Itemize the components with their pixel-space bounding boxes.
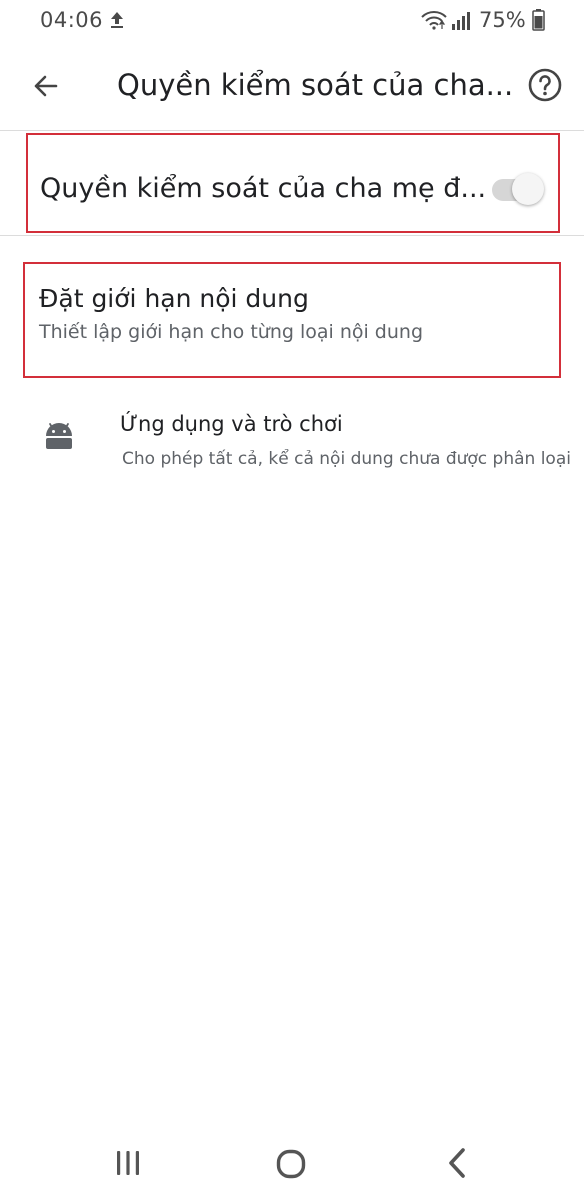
apps-and-games-item[interactable]: Ứng dụng và trò chơi Cho phép tất cả, kể… bbox=[0, 396, 584, 484]
recents-icon[interactable] bbox=[112, 1148, 144, 1178]
content-restrictions-title: Đặt giới hạn nội dung bbox=[39, 284, 309, 313]
content-restrictions-item[interactable]: Đặt giới hạn nội dung Thiết lập giới hạn… bbox=[23, 262, 561, 378]
home-icon[interactable] bbox=[275, 1148, 307, 1180]
signal-icon bbox=[452, 12, 470, 30]
status-time: 04:06 bbox=[40, 8, 104, 32]
wifi-icon bbox=[421, 11, 447, 30]
android-icon bbox=[46, 423, 72, 449]
switch-thumb bbox=[512, 173, 544, 205]
upload-icon bbox=[111, 12, 123, 28]
content-restrictions-subtitle: Thiết lập giới hạn cho từng loại nội dun… bbox=[39, 321, 424, 343]
system-nav-bar bbox=[0, 1132, 584, 1196]
apps-and-games-subtitle: Cho phép tất cả, kể cả nội dung chưa đượ… bbox=[122, 449, 571, 469]
battery-icon bbox=[532, 9, 545, 31]
divider bbox=[0, 130, 584, 131]
app-bar: Quyền kiểm soát của cha... bbox=[0, 48, 584, 128]
parental-controls-label: Quyền kiểm soát của cha mẹ đ... bbox=[40, 173, 487, 204]
apps-and-games-title: Ứng dụng và trò chơi bbox=[120, 412, 343, 436]
back-icon[interactable] bbox=[444, 1146, 470, 1180]
divider bbox=[0, 235, 584, 236]
help-icon[interactable] bbox=[526, 66, 566, 106]
battery-percent: 75% bbox=[479, 8, 526, 32]
status-bar: 04:06 75% bbox=[0, 0, 584, 44]
screen: 04:06 75% Quyền kiểm soát của cha... Quy… bbox=[0, 0, 584, 1200]
arrow-back-icon[interactable] bbox=[26, 66, 66, 106]
parental-controls-toggle-row[interactable]: Quyền kiểm soát của cha mẹ đ... bbox=[26, 133, 560, 233]
parental-controls-switch[interactable] bbox=[488, 173, 544, 207]
page-title: Quyền kiểm soát của cha... bbox=[117, 68, 514, 102]
